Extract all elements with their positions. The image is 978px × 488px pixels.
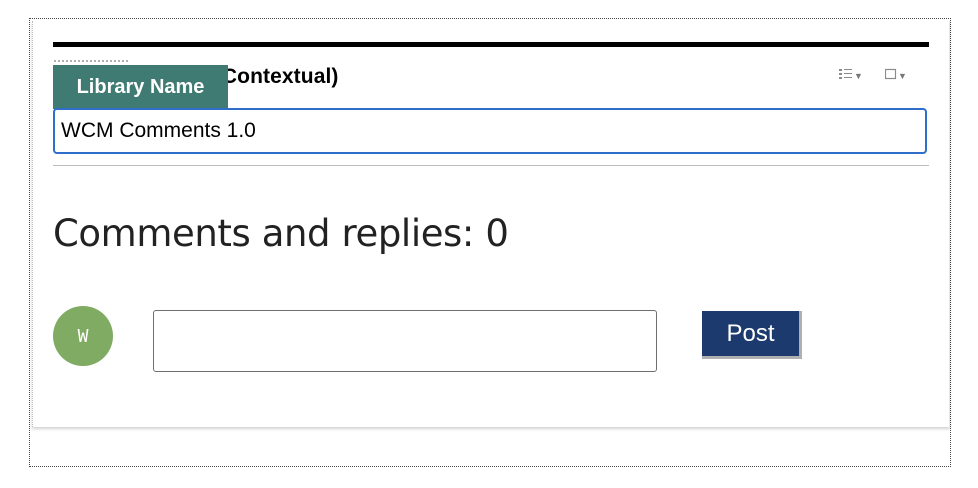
chevron-down-icon: ▼ xyxy=(854,71,863,81)
library-name-tooltip: Library Name xyxy=(53,65,228,109)
avatar: W xyxy=(53,306,113,366)
post-button[interactable]: Post xyxy=(702,311,802,359)
edit-menu-icon xyxy=(839,67,853,85)
comments-count-heading: Comments and replies: 0 xyxy=(53,212,509,255)
avatar-initial: W xyxy=(77,325,89,347)
library-edit-row xyxy=(53,108,929,166)
edit-menu-button[interactable]: ▼ xyxy=(839,67,863,85)
comment-input[interactable] xyxy=(153,310,657,372)
portlet-menu-button[interactable]: ▼ xyxy=(884,67,907,85)
chevron-down-icon: ▼ xyxy=(898,71,907,81)
portlet-menu-icon xyxy=(884,67,897,85)
drag-handle[interactable] xyxy=(53,59,129,63)
portlet-title-row: Content Viewer (Contextual) Library Name… xyxy=(53,47,929,109)
library-name-input[interactable] xyxy=(53,108,927,154)
